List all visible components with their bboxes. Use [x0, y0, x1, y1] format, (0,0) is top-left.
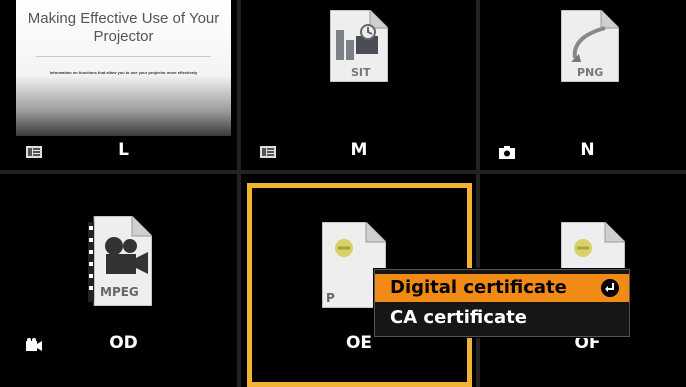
context-menu: Digital certificate CA certificate [374, 269, 630, 337]
png-file-icon: PNG [561, 10, 619, 82]
file-tile-l[interactable]: Making Effective Use of Your Projector I… [16, 0, 231, 168]
file-browser-screen: Making Effective Use of Your Projector I… [0, 0, 686, 387]
svg-text:SIT: SIT [351, 66, 371, 79]
thumbnail-divider [36, 56, 211, 57]
menu-item-label: Digital certificate [390, 277, 567, 298]
menu-item-label: CA certificate [390, 307, 527, 328]
menu-item-ca-certificate[interactable]: CA certificate [375, 304, 629, 332]
menu-item-digital-certificate[interactable]: Digital certificate [375, 274, 629, 302]
file-tile-m[interactable]: SIT M [250, 0, 468, 168]
file-label: OD [109, 333, 138, 353]
document-thumbnail: Making Effective Use of Your Projector I… [16, 0, 231, 136]
column-separator [237, 0, 241, 387]
svg-text:MPEG: MPEG [100, 285, 139, 299]
file-label: N [580, 140, 595, 160]
svg-text:PNG: PNG [577, 66, 603, 79]
file-tile-n[interactable]: PNG N [489, 0, 686, 168]
sit-file-icon: SIT [330, 10, 388, 82]
thumbnail-body: Information on functions that allow you … [49, 70, 198, 75]
file-label: M [350, 140, 368, 160]
row-separator [0, 170, 686, 174]
thumbnail-title: Making Effective Use of Your Projector [27, 10, 220, 45]
file-tile-od[interactable]: MPEG OD [16, 192, 231, 372]
file-label: L [118, 140, 129, 160]
mpeg-file-icon: MPEG [88, 216, 152, 306]
enter-icon [601, 279, 619, 297]
